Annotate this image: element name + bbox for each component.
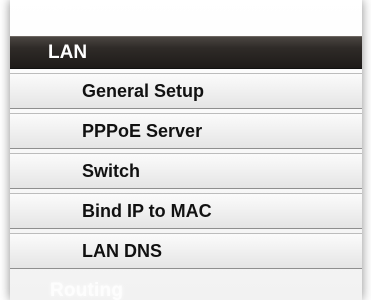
submenu-item-switch[interactable]: Switch	[10, 153, 362, 189]
submenu-item-pppoe-server[interactable]: PPPoE Server	[10, 113, 362, 149]
submenu-item-general-setup[interactable]: General Setup	[10, 73, 362, 109]
submenu-item-bind-ip-to-mac[interactable]: Bind IP to MAC	[10, 193, 362, 229]
submenu-item-lan-dns[interactable]: LAN DNS	[10, 233, 362, 269]
navigation-menu: WAN LAN General Setup PPPoE Server Switc…	[10, 0, 362, 300]
lan-submenu: General Setup PPPoE Server Switch Bind I…	[10, 73, 362, 269]
menu-section-lan[interactable]: LAN	[10, 36, 362, 69]
menu-item-routing[interactable]: Routing	[50, 280, 123, 300]
menu-item-wan[interactable]: WAN	[50, 0, 95, 14]
router-menu-screen: WAN LAN General Setup PPPoE Server Switc…	[0, 0, 371, 300]
